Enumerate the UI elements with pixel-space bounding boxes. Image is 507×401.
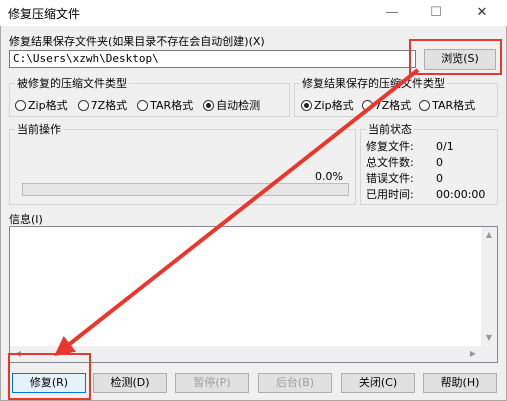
annotation-arrow bbox=[54, 68, 420, 357]
arrow-line bbox=[54, 68, 420, 357]
